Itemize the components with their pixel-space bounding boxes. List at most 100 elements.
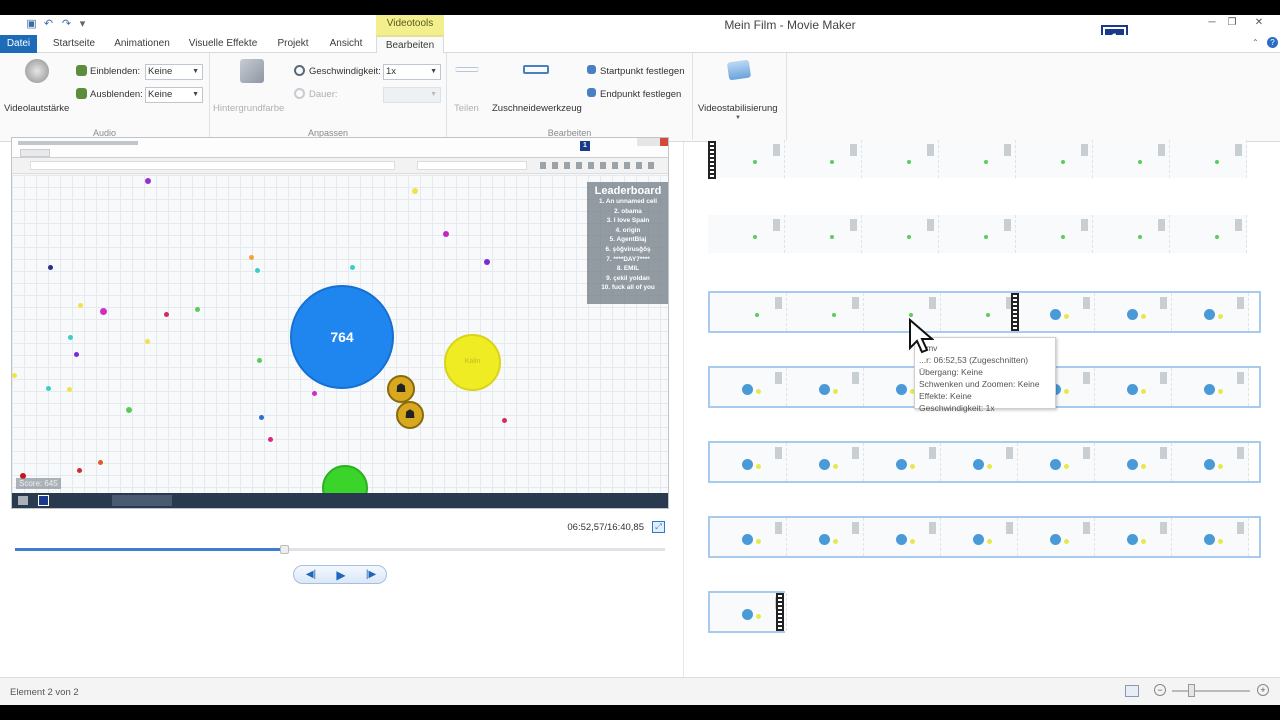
storyboard-thumbnail[interactable] [708,140,785,178]
storyboard-thumbnail[interactable] [1095,443,1172,481]
leaderboard-entry: 1. An unnamed cell [598,198,657,205]
storyboard-thumbnail[interactable] [1018,443,1095,481]
storyboard-thumbnail[interactable] [1172,443,1249,481]
thumbnail-pellet [1138,160,1142,164]
storyboard-row-selected[interactable] [708,591,787,633]
seek-bar[interactable] [15,545,665,554]
save-icon[interactable]: ▣ [25,18,38,31]
tab-datei[interactable]: Datei [0,35,37,53]
speed-select[interactable]: 1x ▼ [383,64,441,80]
thumbnail-pellet [986,313,990,317]
redo-icon[interactable]: ↷ [60,18,73,31]
tab-startseite[interactable]: Startseite [48,35,100,53]
storyboard-thumbnail[interactable] [787,368,864,406]
bee-cell: ☗ [396,401,424,429]
video-volume-button[interactable]: Videolautstärke [4,103,69,114]
undo-icon[interactable]: ↶ [42,18,55,31]
storyboard-thumbnail[interactable] [939,215,1016,253]
help-icon[interactable]: ? [1267,37,1278,48]
customize-quick-access-icon[interactable]: ▾ [76,18,89,31]
video-stabilization-button[interactable]: Videostabilisierung [698,103,778,114]
zoom-in-icon[interactable]: + [1257,684,1269,696]
storyboard-thumbnail[interactable] [785,215,862,253]
storyboard-thumbnail[interactable] [864,443,941,481]
storyboard-thumbnail[interactable] [710,518,787,556]
food-pellet [126,407,132,413]
storyboard-thumbnail[interactable] [1016,140,1093,178]
fade-out-select[interactable]: Keine ▼ [145,87,203,103]
video-preview[interactable]: 1 764 Kalin ☗ ☗ Leaderboard 1. An unname… [11,137,669,509]
storyboard-thumbnail[interactable] [1172,293,1249,331]
storyboard-thumbnail[interactable] [787,293,864,331]
thumbnail-marker [927,219,934,231]
food-pellet [145,178,151,184]
zoom-slider-thumb[interactable] [1188,684,1195,697]
tab-visuelle-effekte[interactable]: Visuelle Effekte [185,35,261,53]
zoom-out-icon[interactable]: − [1154,684,1166,696]
storyboard-thumbnail[interactable] [941,518,1018,556]
thumbnail-marker [1004,219,1011,231]
storyboard-thumbnail[interactable] [710,293,787,331]
previous-frame-button[interactable]: ◀| [300,568,322,582]
storyboard-thumbnail[interactable] [787,518,864,556]
tab-ansicht[interactable]: Ansicht [324,35,368,53]
storyboard-thumbnail[interactable] [939,140,1016,178]
set-start-point-button[interactable]: Startpunkt festlegen [600,66,685,77]
tab-bearbeiten[interactable]: Bearbeiten [376,35,444,53]
storyboard-row[interactable] [708,215,1261,257]
storyboard-thumbnail[interactable] [1172,518,1249,556]
thumbnail-pellet [984,235,988,239]
storyboard-row-selected[interactable] [708,516,1261,558]
storyboard-thumbnail[interactable] [1093,140,1170,178]
storyboard-thumbnail[interactable] [862,140,939,178]
set-end-point-button[interactable]: Endpunkt festlegen [600,89,681,100]
storyboard-thumbnail[interactable] [708,215,785,253]
storyboard-thumbnail[interactable] [864,518,941,556]
storyboard-thumbnail[interactable] [1095,518,1172,556]
storyboard-thumbnail[interactable] [862,215,939,253]
maximize-icon[interactable]: ❐ [1223,17,1241,31]
storyboard-thumbnail[interactable] [941,443,1018,481]
storyboard-thumbnail[interactable] [1095,293,1172,331]
next-frame-button[interactable]: |▶ [360,568,382,582]
status-bar: Element 2 von 2 − + [0,677,1280,705]
fade-out-label: Ausblenden: [90,89,143,100]
storyboard-thumbnail[interactable] [1170,140,1247,178]
trim-tool-button[interactable]: Zuschneidewerkzeug [492,103,582,114]
close-icon[interactable]: ✕ [1250,17,1268,31]
storyboard-thumbnail[interactable] [710,368,787,406]
storyboard-thumbnail[interactable] [1016,215,1093,253]
fade-in-select[interactable]: Keine ▼ [145,64,203,80]
thumbnail-marker [852,447,859,459]
storyboard-thumbnail[interactable] [1018,293,1095,331]
volume-knob-icon[interactable] [25,59,49,83]
storyboard-thumbnail[interactable] [785,140,862,178]
storyboard-thumbnail[interactable] [1095,368,1172,406]
storyboard-row-selected[interactable] [708,441,1261,483]
fade-in-label: Einblenden: [90,66,141,77]
transport-controls: ◀| ▶ |▶ [293,565,387,584]
collapse-ribbon-icon[interactable]: ⌃ [1252,38,1259,47]
zoom-slider-track[interactable] [1172,690,1250,692]
group-anpassen: Hintergrundfarbe Geschwindigkeit: 1x ▼ Da… [210,53,447,140]
seek-thumb[interactable] [280,545,290,554]
trim-tool-icon[interactable] [523,65,549,74]
storyboard-row-selected[interactable] [708,291,1261,333]
fade-in-value: Keine [148,66,173,77]
stabilization-icon[interactable] [726,59,752,81]
storyboard-thumbnail[interactable] [941,293,1018,331]
fullscreen-icon[interactable]: ⤢ [652,521,665,533]
storyboard-thumbnail[interactable] [1018,518,1095,556]
storyboard-thumbnail[interactable] [1172,368,1249,406]
storyboard-thumbnail[interactable] [787,443,864,481]
storyboard-thumbnail[interactable] [1170,215,1247,253]
play-button[interactable]: ▶ [330,568,352,582]
storyboard-view-icon[interactable] [1125,685,1139,697]
minimize-icon[interactable]: ─ [1203,17,1221,31]
storyboard-thumbnail[interactable] [1093,215,1170,253]
storyboard-row[interactable] [708,140,1261,182]
tab-projekt[interactable]: Projekt [272,35,314,53]
thumbnail-pellet [1064,314,1069,319]
tab-animationen[interactable]: Animationen [110,35,174,53]
storyboard-thumbnail[interactable] [710,443,787,481]
